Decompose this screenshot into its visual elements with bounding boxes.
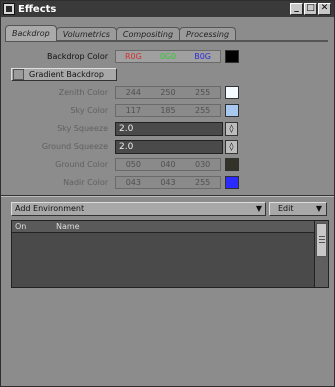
tab-volumetrics[interactable]: Volumetrics [55,27,117,41]
gradient-backdrop-label: Gradient Backdrop [29,70,104,79]
minimize-button[interactable]: _ [290,3,303,15]
add-environment-dropdown[interactable]: Add Environment ▼ [11,202,266,216]
scrollbar-thumb[interactable] [316,223,327,257]
backdrop-panel: Backdrop Color R0G 0G0 B0G Gradient Back… [5,42,328,195]
nadir-color-b[interactable]: 255 [195,178,210,187]
backdrop-color-r[interactable]: R0G [125,52,142,61]
zenith-color-b[interactable]: 255 [195,88,210,97]
sky-color-swatch[interactable] [225,104,239,117]
tab-compositing[interactable]: Compositing [115,27,181,41]
gradient-backdrop-button[interactable]: Gradient Backdrop [11,68,117,81]
tab-processing[interactable]: Processing [179,27,237,41]
list-scrollbar[interactable] [314,221,328,287]
chevron-down-icon: ▼ [255,204,262,213]
nadir-color-swatch[interactable] [225,176,239,189]
chevron-down-icon: ▼ [315,204,322,213]
zenith-color-values[interactable]: 244 250 255 [115,86,221,99]
sky-squeeze-stepper-icon[interactable]: ◊ [225,122,238,136]
sky-color-g[interactable]: 185 [160,106,175,115]
zenith-color-swatch[interactable] [225,86,239,99]
sky-squeeze-label: Sky Squeeze [57,124,108,133]
nadir-color-g[interactable]: 043 [160,178,175,187]
tab-backdrop[interactable]: Backdrop [5,25,57,41]
sky-squeeze-input[interactable]: 2.0 [115,122,223,136]
zenith-color-label: Zenith Color [58,88,108,97]
ground-color-b[interactable]: 030 [195,160,210,169]
ground-color-values[interactable]: 050 040 030 [115,158,221,171]
environment-list[interactable]: On Name [11,220,329,288]
sky-color-label: Sky Color [70,106,108,115]
zenith-color-g[interactable]: 250 [160,88,175,97]
nadir-color-values[interactable]: 043 043 255 [115,176,221,189]
title-bar[interactable]: Effects _ □ ✕ [1,1,334,17]
ground-squeeze-label: Ground Squeeze [41,142,108,151]
column-name[interactable]: Name [56,222,80,231]
app-icon [3,3,15,15]
backdrop-color-swatch[interactable] [225,50,239,63]
sky-color-b[interactable]: 255 [195,106,210,115]
backdrop-color-b[interactable]: B0G [194,52,211,61]
gradient-backdrop-checkbox[interactable] [13,69,24,80]
ground-color-g[interactable]: 040 [160,160,175,169]
edit-button[interactable]: Edit ▼ [269,202,327,216]
sky-color-values[interactable]: 117 185 255 [115,104,221,117]
nadir-color-r[interactable]: 043 [126,178,141,187]
maximize-button[interactable]: □ [304,3,317,15]
backdrop-color-g[interactable]: 0G0 [160,52,176,61]
close-button[interactable]: ✕ [318,3,331,15]
ground-color-label: Ground Color [55,160,108,169]
ground-squeeze-stepper-icon[interactable]: ◊ [225,140,238,154]
column-on[interactable]: On [15,222,26,231]
window-title: Effects [18,3,57,15]
edit-button-label: Edit [278,204,294,213]
section-divider [1,195,334,197]
backdrop-color-label: Backdrop Color [46,52,108,61]
effects-window: Effects _ □ ✕ Backdrop Volumetrics Compo… [0,0,335,387]
zenith-color-r[interactable]: 244 [126,88,141,97]
add-environment-value: Add Environment [15,204,85,213]
sky-color-r[interactable]: 117 [126,106,141,115]
tab-bar: Backdrop Volumetrics Compositing Process… [5,25,237,41]
backdrop-color-values[interactable]: R0G 0G0 B0G [115,50,221,63]
ground-color-swatch[interactable] [225,158,239,171]
nadir-color-label: Nadir Color [63,178,108,187]
ground-color-r[interactable]: 050 [126,160,141,169]
list-header: On Name [12,221,315,233]
ground-squeeze-input[interactable]: 2.0 [115,140,223,154]
